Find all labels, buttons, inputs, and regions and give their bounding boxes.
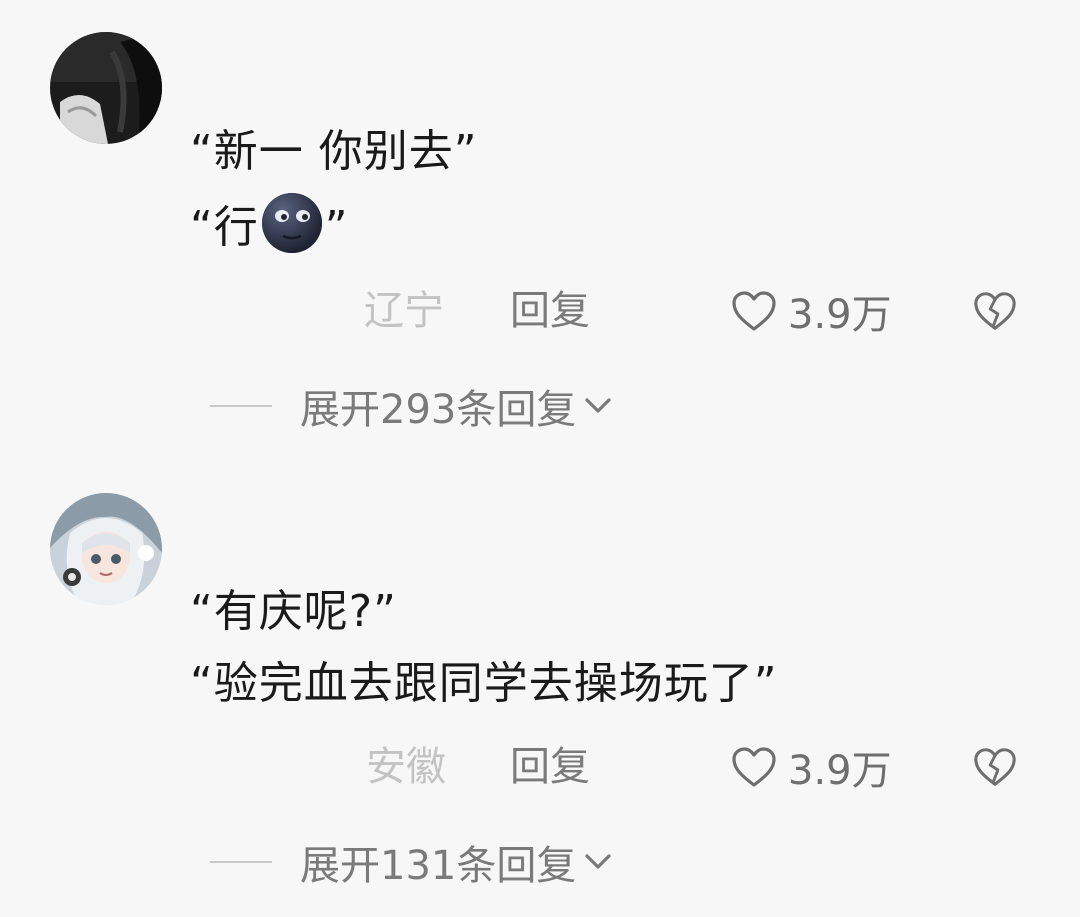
location-label: 辽宁 xyxy=(364,288,444,334)
divider xyxy=(210,405,272,407)
like-count: 3.9万 xyxy=(788,292,892,338)
comment-text-line: “行 ” xyxy=(190,192,349,256)
chevron-down-icon xyxy=(585,398,611,413)
avatar[interactable] xyxy=(50,32,162,144)
reply-button[interactable]: 回复 xyxy=(510,281,590,341)
comment-text-line: “有庆呢?” xyxy=(190,586,397,637)
heart-outline-icon xyxy=(732,291,776,331)
heart-outline-icon xyxy=(732,747,776,787)
comment-text: ” xyxy=(324,202,349,253)
reply-button[interactable]: 回复 xyxy=(510,737,590,797)
like-button[interactable]: 3.9万 xyxy=(730,281,892,341)
comment-text: “行 xyxy=(190,202,259,253)
broken-heart-icon[interactable] xyxy=(972,745,1018,789)
location-label: 安徽 xyxy=(366,744,446,790)
comment-text-line: “新一 你别去” xyxy=(190,126,478,177)
expand-label: 展开131条回复 xyxy=(300,843,577,889)
comment-meta: 安徽 回复 3.9万 xyxy=(0,737,1080,797)
new-moon-face-emoji xyxy=(261,192,323,254)
expand-replies-button[interactable]: 展开293条回复 xyxy=(210,376,612,436)
chevron-down-icon xyxy=(585,854,611,869)
broken-heart-icon[interactable] xyxy=(972,289,1018,333)
like-button[interactable]: 3.9万 xyxy=(730,737,892,797)
like-count: 3.9万 xyxy=(788,748,892,794)
expand-replies-button[interactable]: 展开131条回复 xyxy=(210,832,612,892)
comment-text-line: “验完血去跟同学去操场玩了” xyxy=(190,658,778,709)
comment-meta: 辽宁 回复 3.9万 xyxy=(0,281,1080,341)
divider xyxy=(210,861,272,863)
expand-label: 展开293条回复 xyxy=(300,387,577,433)
avatar[interactable] xyxy=(50,493,162,605)
